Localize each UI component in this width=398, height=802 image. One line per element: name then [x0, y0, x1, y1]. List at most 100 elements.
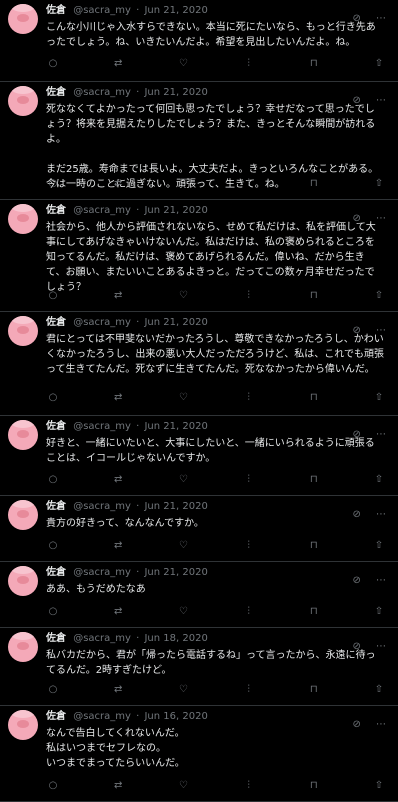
tweet-date[interactable]: Jun 21, 2020 — [144, 567, 207, 578]
retweet-icon[interactable]: ⇄ — [111, 392, 125, 406]
avatar[interactable] — [8, 4, 38, 34]
bookmark-icon[interactable]: ⊓ — [307, 58, 321, 72]
bookmark-icon[interactable]: ⊓ — [307, 684, 321, 698]
share-icon[interactable]: ⇧ — [372, 780, 386, 794]
reply-icon[interactable]: ○ — [46, 290, 60, 304]
retweet-icon[interactable]: ⇄ — [111, 540, 125, 554]
bookmark-icon[interactable]: ⊓ — [307, 474, 321, 488]
author-name[interactable]: 佐倉 — [46, 633, 66, 644]
retweet-icon[interactable]: ⇄ — [111, 780, 125, 794]
share-icon[interactable]: ⇧ — [372, 392, 386, 406]
author-handle[interactable]: @sacra_my — [73, 501, 131, 512]
avatar[interactable] — [8, 632, 38, 662]
tweet[interactable]: 佐倉 @sacra_my · Jun 21, 2020 ⊘ ⋯ ああ、もうだめた… — [0, 562, 398, 628]
author-name[interactable]: 佐倉 — [46, 421, 66, 432]
reply-icon[interactable]: ○ — [46, 178, 60, 192]
tweet[interactable]: 佐倉 @sacra_my · Jun 21, 2020 ⊘ ⋯ 君にとっては不甲… — [0, 312, 398, 416]
like-icon[interactable]: ♡ — [176, 290, 190, 304]
like-icon[interactable]: ♡ — [176, 684, 190, 698]
tweet[interactable]: 佐倉 @sacra_my · Jun 21, 2020 ⊘ ⋯ こんな小川じゃ入… — [0, 0, 398, 82]
tweet-date[interactable]: Jun 21, 2020 — [144, 421, 207, 432]
tweet-date[interactable]: Jun 21, 2020 — [144, 501, 207, 512]
share-icon[interactable]: ⇧ — [372, 606, 386, 620]
tweet[interactable]: 佐倉 @sacra_my · Jun 18, 2020 ⊘ ⋯ 私バカだから、君… — [0, 628, 398, 706]
tweet[interactable]: 佐倉 @sacra_my · Jun 21, 2020 ⊘ ⋯ 社会から、他人か… — [0, 200, 398, 312]
like-icon[interactable]: ♡ — [176, 392, 190, 406]
share-icon[interactable]: ⇧ — [372, 178, 386, 192]
author-name[interactable]: 佐倉 — [46, 711, 66, 722]
author-name[interactable]: 佐倉 — [46, 567, 66, 578]
bookmark-icon[interactable]: ⊓ — [307, 780, 321, 794]
tweet-date[interactable]: Jun 21, 2020 — [144, 205, 207, 216]
share-icon[interactable]: ⇧ — [372, 290, 386, 304]
reply-icon[interactable]: ○ — [46, 474, 60, 488]
avatar[interactable] — [8, 420, 38, 450]
author-name[interactable]: 佐倉 — [46, 317, 66, 328]
author-name[interactable]: 佐倉 — [46, 87, 66, 98]
tweet-date[interactable]: Jun 16, 2020 — [144, 711, 207, 722]
avatar[interactable] — [8, 500, 38, 530]
author-name[interactable]: 佐倉 — [46, 501, 66, 512]
views-icon[interactable]: ⫶ — [242, 290, 256, 304]
like-icon[interactable]: ♡ — [176, 606, 190, 620]
retweet-icon[interactable]: ⇄ — [111, 606, 125, 620]
bookmark-icon[interactable]: ⊓ — [307, 606, 321, 620]
author-handle[interactable]: @sacra_my — [73, 317, 131, 328]
author-handle[interactable]: @sacra_my — [73, 633, 131, 644]
views-icon[interactable]: ⫶ — [242, 540, 256, 554]
tweet[interactable]: 佐倉 @sacra_my · Jun 16, 2020 ⊘ ⋯ なんで告白してく… — [0, 706, 398, 802]
avatar[interactable] — [8, 316, 38, 346]
views-icon[interactable]: ⫶ — [242, 684, 256, 698]
author-handle[interactable]: @sacra_my — [73, 5, 131, 16]
author-name[interactable]: 佐倉 — [46, 5, 66, 16]
views-icon[interactable]: ⫶ — [242, 58, 256, 72]
reply-icon[interactable]: ○ — [46, 606, 60, 620]
bookmark-icon[interactable]: ⊓ — [307, 540, 321, 554]
reply-icon[interactable]: ○ — [46, 392, 60, 406]
reply-icon[interactable]: ○ — [46, 780, 60, 794]
tweet-actions: ○ ⇄ ♡ ⫶ ⊓ ⇧ — [46, 58, 386, 72]
views-icon[interactable]: ⫶ — [242, 474, 256, 488]
like-icon[interactable]: ♡ — [176, 780, 190, 794]
reply-icon[interactable]: ○ — [46, 58, 60, 72]
avatar[interactable] — [8, 710, 38, 740]
author-handle[interactable]: @sacra_my — [73, 87, 131, 98]
author-handle[interactable]: @sacra_my — [73, 711, 131, 722]
author-name[interactable]: 佐倉 — [46, 205, 66, 216]
views-icon[interactable]: ⫶ — [242, 392, 256, 406]
share-icon[interactable]: ⇧ — [372, 474, 386, 488]
bookmark-icon[interactable]: ⊓ — [307, 290, 321, 304]
tweet[interactable]: 佐倉 @sacra_my · Jun 21, 2020 ⊘ ⋯ 死ななくてよかっ… — [0, 82, 398, 200]
tweet-date[interactable]: Jun 18, 2020 — [144, 633, 207, 644]
reply-icon[interactable]: ○ — [46, 684, 60, 698]
author-handle[interactable]: @sacra_my — [73, 567, 131, 578]
retweet-icon[interactable]: ⇄ — [111, 58, 125, 72]
author-handle[interactable]: @sacra_my — [73, 205, 131, 216]
tweet-date[interactable]: Jun 21, 2020 — [144, 5, 207, 16]
views-icon[interactable]: ⫶ — [242, 780, 256, 794]
like-icon[interactable]: ♡ — [176, 178, 190, 192]
avatar[interactable] — [8, 204, 38, 234]
tweet[interactable]: 佐倉 @sacra_my · Jun 21, 2020 ⊘ ⋯ 好きと、一緒にい… — [0, 416, 398, 496]
share-icon[interactable]: ⇧ — [372, 58, 386, 72]
retweet-icon[interactable]: ⇄ — [111, 684, 125, 698]
share-icon[interactable]: ⇧ — [372, 540, 386, 554]
avatar[interactable] — [8, 566, 38, 596]
tweet[interactable]: 佐倉 @sacra_my · Jun 21, 2020 ⊘ ⋯ 貴方の好きって、… — [0, 496, 398, 562]
like-icon[interactable]: ♡ — [176, 540, 190, 554]
retweet-icon[interactable]: ⇄ — [111, 474, 125, 488]
bookmark-icon[interactable]: ⊓ — [307, 178, 321, 192]
retweet-icon[interactable]: ⇄ — [111, 178, 125, 192]
like-icon[interactable]: ♡ — [176, 474, 190, 488]
views-icon[interactable]: ⫶ — [242, 606, 256, 620]
views-icon[interactable]: ⫶ — [242, 178, 256, 192]
retweet-icon[interactable]: ⇄ — [111, 290, 125, 304]
avatar[interactable] — [8, 86, 38, 116]
tweet-date[interactable]: Jun 21, 2020 — [144, 317, 207, 328]
reply-icon[interactable]: ○ — [46, 540, 60, 554]
author-handle[interactable]: @sacra_my — [73, 421, 131, 432]
tweet-date[interactable]: Jun 21, 2020 — [144, 87, 207, 98]
share-icon[interactable]: ⇧ — [372, 684, 386, 698]
bookmark-icon[interactable]: ⊓ — [307, 392, 321, 406]
like-icon[interactable]: ♡ — [176, 58, 190, 72]
